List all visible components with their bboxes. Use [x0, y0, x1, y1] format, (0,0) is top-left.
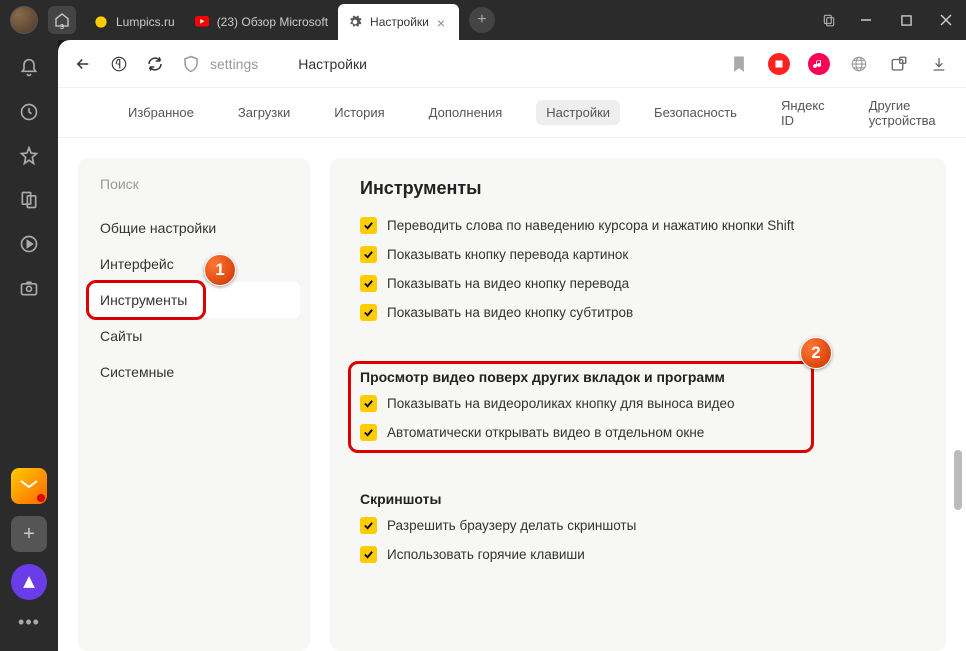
settings-sidebar: Поиск Общие настройки Интерфейс Инструме… [78, 158, 310, 651]
home-badge: 3 [60, 24, 64, 31]
annotation-callout-1: 1 [204, 254, 236, 286]
subnav-yandexid[interactable]: Яндекс ID [771, 93, 835, 133]
subnav-devices[interactable]: Другие устройства [859, 93, 946, 133]
left-sidebar: + ••• [0, 40, 58, 651]
tab-label: (23) Обзор Microsoft [217, 15, 328, 29]
nav-sites[interactable]: Сайты [88, 318, 300, 354]
subnav-downloads[interactable]: Загрузки [228, 100, 300, 125]
adblock-icon[interactable] [768, 53, 790, 75]
bell-icon[interactable] [19, 58, 39, 78]
url-title: Настройки [298, 56, 367, 72]
clock-icon[interactable] [19, 102, 39, 122]
bookmark-page-icon[interactable] [728, 53, 750, 75]
alice-button[interactable] [11, 564, 47, 600]
titlebar: 3 Lumpics.ru (23) Обзор Microsoft Настро… [0, 0, 966, 40]
annotation-callout-2: 2 [800, 337, 832, 369]
tab-settings[interactable]: Настройки × [338, 4, 459, 40]
check-hotkeys[interactable]: Использовать горячие клавиши [360, 546, 916, 563]
nav-general[interactable]: Общие настройки [88, 210, 300, 246]
tab-lumpics[interactable]: Lumpics.ru [84, 4, 185, 40]
more-icon[interactable]: ••• [18, 612, 40, 633]
lumpics-icon [94, 15, 108, 29]
check-pip-button[interactable]: Показывать на видеороликах кнопку для вы… [360, 395, 916, 412]
add-panel-button[interactable]: + [11, 516, 47, 552]
subnav-addons[interactable]: Дополнения [419, 100, 513, 125]
nav-tools[interactable]: Инструменты [88, 282, 300, 318]
music-icon[interactable] [808, 53, 830, 75]
maximize-button[interactable] [886, 2, 926, 38]
new-tab-button[interactable]: + [469, 7, 495, 33]
tab-label: Настройки [370, 15, 429, 29]
yandex-icon[interactable] [110, 55, 128, 73]
check-video-subtitles[interactable]: Показывать на видео кнопку субтитров [360, 304, 916, 321]
section-tools-title: Инструменты [360, 178, 916, 199]
check-screenshots[interactable]: Разрешить браузеру делать скриншоты [360, 517, 916, 534]
section-pip-title: Просмотр видео поверх других вкладок и п… [360, 369, 916, 385]
profile-avatar[interactable] [10, 6, 38, 34]
home-button[interactable]: 3 [48, 6, 76, 34]
back-button[interactable] [74, 55, 92, 73]
check-translate-images[interactable]: Показывать кнопку перевода картинок [360, 246, 916, 263]
subnav-security[interactable]: Безопасность [644, 100, 747, 125]
subnav-history[interactable]: История [324, 100, 394, 125]
minimize-button[interactable] [846, 2, 886, 38]
reload-button[interactable] [146, 55, 164, 73]
subnav-favorites[interactable]: Избранное [118, 100, 204, 125]
url-box[interactable]: settings Настройки [182, 55, 710, 73]
scrollbar[interactable] [952, 80, 964, 440]
mail-icon[interactable] [11, 468, 47, 504]
subnav: Избранное Загрузки История Дополнения На… [58, 88, 966, 138]
content-area: settings Настройки Избранное Загрузки Ис… [58, 40, 966, 651]
play-icon[interactable] [19, 234, 39, 254]
gear-icon [348, 15, 362, 29]
section-screenshots-title: Скриншоты [360, 491, 916, 507]
globe-icon[interactable] [848, 53, 870, 75]
url-text: settings [210, 56, 258, 72]
address-bar: settings Настройки [58, 40, 966, 88]
bookmark-icon[interactable] [19, 190, 39, 210]
camera-icon[interactable] [19, 278, 39, 298]
shield-icon [182, 55, 200, 73]
close-icon[interactable]: × [437, 16, 449, 28]
check-translate-words[interactable]: Переводить слова по наведению курсора и … [360, 217, 916, 234]
subnav-settings[interactable]: Настройки [536, 100, 620, 125]
nav-interface[interactable]: Интерфейс [88, 246, 300, 282]
check-pip-auto[interactable]: Автоматически открывать видео в отдельно… [360, 424, 916, 441]
youtube-icon [195, 15, 209, 29]
downloads-icon[interactable] [928, 53, 950, 75]
copy-icon[interactable] [822, 13, 836, 27]
extensions-icon[interactable] [888, 53, 910, 75]
close-window-button[interactable] [926, 2, 966, 38]
tab-youtube[interactable]: (23) Обзор Microsoft [185, 4, 338, 40]
nav-system[interactable]: Системные [88, 354, 300, 390]
star-icon[interactable] [19, 146, 39, 166]
search-input[interactable]: Поиск [88, 176, 300, 210]
check-video-translate[interactable]: Показывать на видео кнопку перевода [360, 275, 916, 292]
tab-label: Lumpics.ru [116, 15, 175, 29]
settings-panel: Инструменты Переводить слова по наведени… [330, 158, 946, 651]
